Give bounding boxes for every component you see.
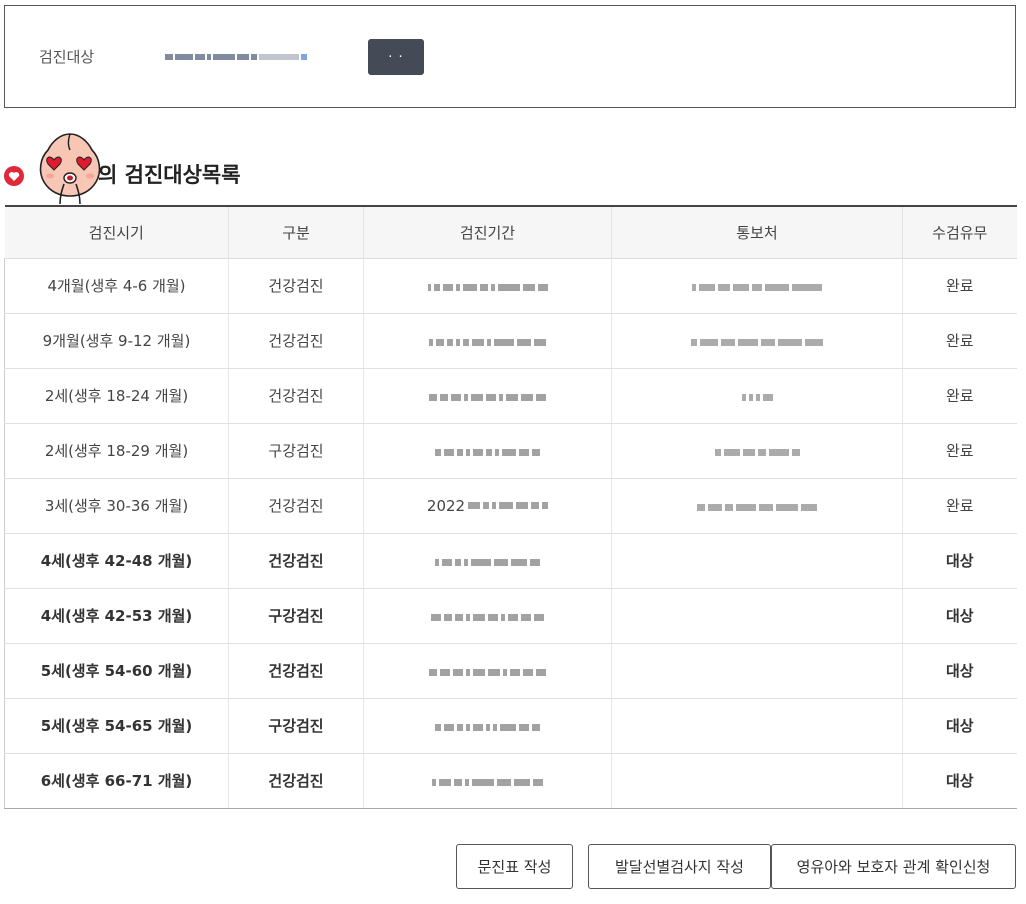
table-header-row: 검진시기 구분 검진기간 통보처 수검유무 xyxy=(4,205,1017,259)
notify-cell xyxy=(611,478,903,534)
masked-notify xyxy=(741,391,773,403)
date-range-cell xyxy=(363,588,612,644)
table-row: 9개월(생후 9-12 개월) 건강검진 완료 xyxy=(4,313,1017,369)
heart-bullet-icon xyxy=(4,166,24,186)
type-cell: 건강검진 xyxy=(228,313,364,369)
masked-date-range xyxy=(429,391,546,403)
type-cell: 건강검진 xyxy=(228,643,364,699)
section-title: 의 검진대상목록 xyxy=(98,163,241,187)
date-range-cell xyxy=(363,753,612,809)
notify-cell xyxy=(611,423,903,479)
questionnaire-button[interactable]: 문진표 작성 xyxy=(456,844,573,889)
notify-cell xyxy=(611,368,903,424)
period-cell: 2세(생후 18-29 개월) xyxy=(4,423,229,479)
date-range-cell xyxy=(363,698,612,754)
header-status: 수검유무 xyxy=(902,205,1017,259)
date-range-cell xyxy=(363,643,612,699)
masked-notify xyxy=(714,446,800,458)
notify-cell xyxy=(611,753,903,809)
development-screening-button[interactable]: 발달선별검사지 작성 xyxy=(588,844,771,889)
type-cell: 구강검진 xyxy=(228,698,364,754)
notify-cell xyxy=(611,258,903,314)
status-cell: 대상 xyxy=(902,533,1017,589)
table-row: 3세(생후 30-36 개월) 건강검진 2022 완료 xyxy=(4,478,1017,534)
period-cell: 5세(생후 54-60 개월) xyxy=(4,643,229,699)
type-cell: 구강검진 xyxy=(228,423,364,479)
target-box: 검진대상 · · xyxy=(4,5,1016,108)
period-cell: 3세(생후 30-36 개월) xyxy=(4,478,229,534)
date-prefix: 2022 xyxy=(426,496,466,515)
target-label: 검진대상 xyxy=(39,48,95,66)
table-row: 4개월(생후 4-6 개월) 건강검진 완료 xyxy=(4,258,1017,314)
type-cell: 구강검진 xyxy=(228,588,364,644)
period-cell: 5세(생후 54-65 개월) xyxy=(4,698,229,754)
notify-cell xyxy=(611,588,903,644)
type-cell: 건강검진 xyxy=(228,533,364,589)
target-masked-value xyxy=(165,50,355,64)
header-period: 검진시기 xyxy=(4,205,229,259)
table-row: 4세(생후 42-53 개월) 구강검진 대상 xyxy=(4,588,1017,644)
change-target-button[interactable]: · · xyxy=(368,39,424,75)
status-cell: 완료 xyxy=(902,478,1017,534)
notify-cell xyxy=(611,643,903,699)
status-cell: 완료 xyxy=(902,368,1017,424)
checkup-table: 검진시기 구분 검진기간 통보처 수검유무 4개월(생후 4-6 개월) 건강검진… xyxy=(4,205,1017,809)
table-row: 6세(생후 66-71 개월) 건강검진 대상 xyxy=(4,753,1017,809)
masked-notify xyxy=(691,336,823,348)
date-range-cell xyxy=(363,423,612,479)
period-cell: 9개월(생후 9-12 개월) xyxy=(4,313,229,369)
masked-date-range xyxy=(435,556,540,568)
notify-cell xyxy=(611,533,903,589)
masked-date-range xyxy=(431,611,544,623)
type-cell: 건강검진 xyxy=(228,368,364,424)
status-cell: 완료 xyxy=(902,258,1017,314)
header-dates: 검진기간 xyxy=(363,205,612,259)
masked-notify xyxy=(697,501,817,513)
header-type: 구분 xyxy=(228,205,364,259)
notify-cell xyxy=(611,313,903,369)
table-row: 5세(생후 54-65 개월) 구강검진 대상 xyxy=(4,698,1017,754)
table-row: 2세(생후 18-29 개월) 구강검진 완료 xyxy=(4,423,1017,479)
date-range-cell xyxy=(363,533,612,589)
period-cell: 4개월(생후 4-6 개월) xyxy=(4,258,229,314)
masked-notify xyxy=(692,281,822,293)
masked-date-range xyxy=(429,666,546,678)
date-range-cell xyxy=(363,368,612,424)
status-cell: 대상 xyxy=(902,753,1017,809)
period-cell: 4세(생후 42-53 개월) xyxy=(4,588,229,644)
table-row: 5세(생후 54-60 개월) 건강검진 대상 xyxy=(4,643,1017,699)
status-cell: 대상 xyxy=(902,588,1017,644)
type-cell: 건강검진 xyxy=(228,753,364,809)
relation-confirm-button[interactable]: 영유아와 보호자 관계 확인신청 xyxy=(771,844,1016,889)
date-range-cell: 2022 xyxy=(363,478,612,534)
masked-date-range: 2022 xyxy=(426,496,549,515)
table-row: 2세(생후 18-24 개월) 건강검진 완료 xyxy=(4,368,1017,424)
date-range-cell xyxy=(363,258,612,314)
masked-date-range xyxy=(429,336,546,348)
notify-cell xyxy=(611,698,903,754)
status-cell: 완료 xyxy=(902,423,1017,479)
table-row: 4세(생후 42-48 개월) 건강검진 대상 xyxy=(4,533,1017,589)
masked-date-range xyxy=(435,721,540,733)
section-header: 의 검진대상목록 xyxy=(0,128,600,205)
type-cell: 건강검진 xyxy=(228,258,364,314)
period-cell: 4세(생후 42-48 개월) xyxy=(4,533,229,589)
masked-date-range xyxy=(435,446,540,458)
status-cell: 대상 xyxy=(902,698,1017,754)
period-cell: 2세(생후 18-24 개월) xyxy=(4,368,229,424)
header-notify: 통보처 xyxy=(611,205,903,259)
status-cell: 완료 xyxy=(902,313,1017,369)
status-cell: 대상 xyxy=(902,643,1017,699)
date-range-cell xyxy=(363,313,612,369)
masked-date-range xyxy=(432,776,543,788)
type-cell: 건강검진 xyxy=(228,478,364,534)
masked-date-range xyxy=(427,281,548,293)
period-cell: 6세(생후 66-71 개월) xyxy=(4,753,229,809)
